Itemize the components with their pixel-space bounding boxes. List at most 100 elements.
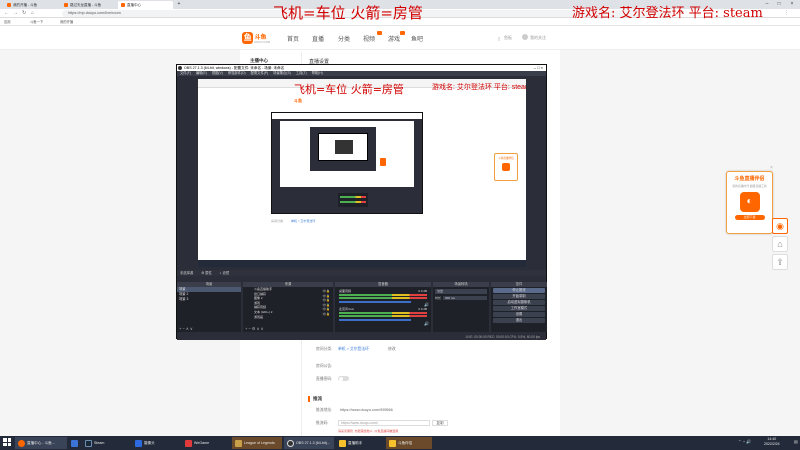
- source-toolbar[interactable]: + − ⚙ ∧ ∨: [245, 326, 264, 331]
- obs-menu-tools[interactable]: 工具(T): [296, 71, 307, 76]
- avatar[interactable]: [522, 34, 528, 40]
- taskbar-wegame[interactable]: WeGame: [182, 437, 230, 449]
- side-share-button[interactable]: ⇪: [772, 254, 788, 270]
- obs-properties-button[interactable]: ⚙ 属性: [201, 270, 211, 276]
- home-icon[interactable]: ⌂: [31, 10, 34, 16]
- push-code-input[interactable]: https://www.douyu.com/: [338, 420, 430, 426]
- obs-menu-profile[interactable]: 配置文件(P): [251, 71, 269, 76]
- back-icon[interactable]: ←: [4, 10, 9, 16]
- push-url-value[interactable]: https://www.douyu.com/995566: [340, 408, 393, 412]
- nav-video[interactable]: 视频: [363, 34, 375, 43]
- nested-meter: [340, 196, 366, 198]
- source-visibility-icons[interactable]: 👁🔒 👁🔒 👁🔒 👁🔒 👁🔒 👁🔒: [322, 289, 330, 317]
- assistant-ad-card[interactable]: 斗鱼直播伴侣 新的直播时代 超级直播工具 ◐ 立即下载: [726, 171, 773, 234]
- speaker-icon[interactable]: 🔊: [424, 321, 429, 326]
- taskbar-item-label: 直播助手: [348, 440, 363, 445]
- obs-menu-help[interactable]: 帮助(H): [312, 71, 323, 76]
- taskbar-assistant[interactable]: 直播助手: [336, 437, 382, 449]
- taskbar-item-label: OBS 27.1.3 (64-bit)...: [296, 441, 330, 445]
- taskbar-clock[interactable]: 14:40 2022/2/24: [764, 437, 780, 447]
- nav-category[interactable]: 分类: [338, 34, 350, 43]
- scene-item[interactable]: 场景 3: [177, 297, 241, 302]
- scene-toolbar[interactable]: + − ∧ ∨: [179, 326, 193, 331]
- nav-fishbar[interactable]: 鱼吧: [411, 34, 423, 43]
- taskbar-camera[interactable]: 摄像头: [132, 437, 172, 449]
- user-label[interactable]: 鱼板: [504, 35, 512, 41]
- transition-select[interactable]: 淡出: [435, 289, 487, 294]
- speaker-icon[interactable]: 🔊: [424, 302, 429, 307]
- taskbar-league[interactable]: League of Legends: [232, 437, 282, 449]
- phone-icon[interactable]: ▯: [498, 36, 500, 41]
- obs-menu-scene-collection[interactable]: 场景集合(S): [273, 71, 291, 76]
- bookmark-my-live[interactable]: 我的开播: [60, 18, 73, 26]
- exit-button[interactable]: 退出: [493, 318, 545, 323]
- app-icon: [71, 439, 78, 447]
- taskbar-steam[interactable]: Steam: [82, 437, 124, 449]
- nested-deepest: [335, 140, 353, 154]
- obs-filters-label: 滤镜: [222, 271, 230, 275]
- side-live-button[interactable]: ◉: [772, 218, 788, 234]
- ad-close-icon[interactable]: ×: [770, 165, 773, 171]
- douyu-logo-icon: 鱼: [242, 32, 254, 44]
- logo-sub: DOUYU.COM: [254, 41, 270, 44]
- tray-icons[interactable]: ⌃ ◔ 🔊: [738, 439, 751, 444]
- assistant-icon: [339, 439, 346, 447]
- studio-mode-button[interactable]: 工作室模式: [493, 306, 545, 311]
- nested-preview: [280, 121, 414, 187]
- browser-tab-2[interactable]: 路过天龙直播 - 斗鱼: [61, 1, 116, 9]
- password-toggle[interactable]: [338, 376, 349, 381]
- site-logo[interactable]: 鱼 斗鱼 DOUYU.COM: [242, 31, 270, 45]
- obs-mixer-panel: 混音器 桌面音频 0.0 dB 麦克风/Aux 0.0 dB 🔊 🔊: [335, 282, 431, 332]
- taskbar-app[interactable]: [68, 437, 80, 449]
- stop-streaming-button[interactable]: 停止推流: [493, 288, 545, 293]
- nav-home[interactable]: 首页: [287, 34, 299, 43]
- obs-filters-button[interactable]: ◐ 滤镜: [220, 270, 230, 276]
- copy-button[interactable]: 复制: [432, 420, 448, 426]
- forward-icon[interactable]: →: [13, 10, 18, 16]
- live-password-label: 直播密码:: [316, 377, 333, 381]
- settings-button[interactable]: 设置: [493, 312, 545, 317]
- obs-menu-docks[interactable]: 停靠部件(D): [228, 71, 246, 76]
- bookmark-apps[interactable]: 应用: [4, 18, 11, 26]
- bookmark-douyu[interactable]: 斗鱼一下: [30, 18, 43, 26]
- maximize-icon[interactable]: □: [774, 0, 784, 9]
- close-icon[interactable]: ×: [787, 0, 797, 9]
- menu-icon[interactable]: ⋮: [784, 10, 789, 16]
- ad-download-button[interactable]: 立即下载: [734, 215, 765, 220]
- obs-menu-file[interactable]: 文件(F): [180, 71, 191, 76]
- taskbar-chrome[interactable]: 直播中心 - 斗鱼...: [15, 437, 67, 449]
- stream-section-title: 推流: [313, 396, 322, 401]
- room-category-value[interactable]: 单机 > 艾尔登法环: [338, 347, 369, 352]
- minimize-icon[interactable]: –: [762, 0, 772, 9]
- obs-preview[interactable]: 飞机=车位 火箭=房管 游戏名: 艾尔登法环 平台: steam 斗鱼 房间分类…: [198, 79, 526, 267]
- reload-icon[interactable]: ↻: [22, 10, 26, 16]
- ad-title: 斗鱼直播伴侣: [734, 176, 765, 182]
- notification-icon[interactable]: ▤: [794, 439, 798, 444]
- obs-menu-view[interactable]: 视图(V): [212, 71, 223, 76]
- taskbar-obs[interactable]: OBS 27.1.3 (64-bit)...: [284, 437, 334, 449]
- room-category-edit[interactable]: 修改: [388, 347, 396, 352]
- camera-icon: [135, 439, 142, 447]
- volume-slider[interactable]: [339, 301, 412, 303]
- side-home-button[interactable]: ⌂: [772, 236, 788, 252]
- browser-tab-3[interactable]: 直播中心: [118, 1, 173, 9]
- start-recording-button[interactable]: 开始录制: [493, 294, 545, 299]
- obs-no-source-label: 未选择源: [180, 271, 194, 275]
- browser-tab-1[interactable]: 我的开播 - 斗鱼: [4, 1, 59, 9]
- new-tab-button[interactable]: +: [176, 0, 182, 9]
- preview-ad-title: 斗鱼直播伴侣: [498, 157, 514, 160]
- volume-slider[interactable]: [339, 319, 412, 321]
- mixer-track-db: 0.0 dB: [418, 307, 427, 311]
- virtual-camera-button[interactable]: 启动虚拟摄像机: [493, 300, 545, 305]
- windows-start-icon[interactable]: [3, 438, 11, 446]
- ad-subtitle: 新的直播时代 超级直播工具: [732, 184, 767, 188]
- transition-duration-input[interactable]: 300 ms: [443, 296, 487, 300]
- taskbar-companion[interactable]: 斗鱼伴侣: [386, 437, 432, 449]
- nav-game[interactable]: 游戏: [388, 34, 400, 43]
- nav-live[interactable]: 直播: [312, 34, 324, 43]
- stream-overlay-left: 飞机=车位 火箭=房管: [273, 4, 423, 22]
- browser-tab-label: 路过天龙直播 - 斗鱼: [70, 2, 102, 7]
- follow-label[interactable]: 我的关注: [530, 35, 546, 41]
- obs-menu-edit[interactable]: 编辑(E): [196, 71, 207, 76]
- obs-controls-header: 控件: [491, 282, 547, 287]
